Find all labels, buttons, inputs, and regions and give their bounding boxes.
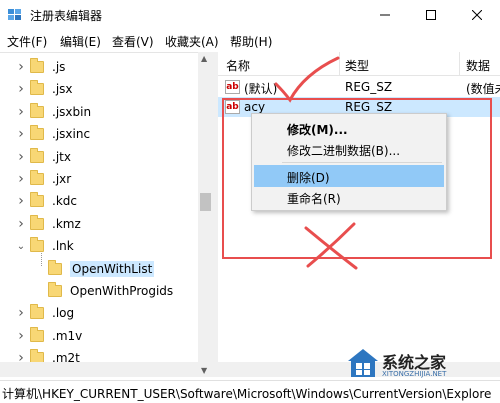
tree-item[interactable]: › .js <box>16 56 65 78</box>
tree-item-label: .jtx <box>52 149 71 164</box>
folder-icon <box>30 80 44 96</box>
tree-item[interactable]: OpenWithList <box>34 258 155 280</box>
chevron-right-icon[interactable]: › <box>16 305 26 321</box>
scroll-down-icon[interactable]: ▼ <box>201 366 207 375</box>
menu-file[interactable]: 文件(F) <box>7 33 47 50</box>
tree-item[interactable]: › .jsxinc <box>16 123 90 145</box>
tree-item-label: .m1v <box>52 328 83 343</box>
tree-item[interactable]: OpenWithProgids <box>34 280 173 302</box>
folder-icon <box>30 58 44 73</box>
folder-icon <box>30 237 44 253</box>
menu-item-modify[interactable]: 修改(M)... <box>254 117 444 139</box>
registry-path: 计算机\HKEY_CURRENT_USER\Software\Microsoft… <box>2 387 492 401</box>
scroll-up-icon[interactable]: ▲ <box>201 54 207 63</box>
menu-item-modify-binary[interactable]: 修改二进制数据(B)... <box>254 138 444 160</box>
tree-item[interactable]: › .kmz <box>16 213 81 235</box>
tree-item[interactable]: › .m1v <box>16 325 82 347</box>
tree-item-label: .js <box>52 60 66 74</box>
minimize-icon <box>380 14 390 16</box>
list-header: 名称 类型 数据 <box>218 52 500 76</box>
chevron-right-icon[interactable]: › <box>16 81 26 97</box>
column-data[interactable]: 数据 <box>466 57 490 74</box>
folder-icon <box>30 192 44 208</box>
chevron-right-icon[interactable]: › <box>16 193 26 209</box>
menu-favorites[interactable]: 收藏夹(A) <box>165 33 219 50</box>
folder-icon <box>30 326 44 342</box>
tree-item-label: .lnk <box>52 239 74 254</box>
tree-item-label: OpenWithList <box>70 260 155 277</box>
tree-item-label: OpenWithProgids <box>70 284 174 298</box>
tree-item-label: .jsxbin <box>52 104 92 119</box>
status-bar: 计算机\HKEY_CURRENT_USER\Software\Microsoft… <box>0 380 500 403</box>
tree-horizontal-scrollbar[interactable] <box>0 362 198 377</box>
tree-item[interactable]: › .log <box>16 302 74 324</box>
window-title: 注册表编辑器 <box>30 9 103 23</box>
folder-icon <box>30 125 44 141</box>
maximize-icon <box>426 10 436 20</box>
registry-tree: › .js › .jsx › .jsxbin › .jsxinc › .jtx › .jxr › .kdc… <box>0 52 213 377</box>
folder-icon <box>48 282 62 297</box>
tree-item[interactable]: › .jsx <box>16 78 73 100</box>
folder-icon <box>30 170 44 185</box>
tree-item[interactable]: › .kdc <box>16 190 77 212</box>
menu-bar: 文件(F) 编辑(E) 查看(V) 收藏夹(A) 帮助(H) <box>0 30 500 50</box>
string-value-icon: ab <box>225 80 240 94</box>
tree-item-label: .jxr <box>52 172 72 186</box>
list-row-default[interactable]: ab (默认) REG_SZ (数值未 <box>218 77 500 97</box>
value-data: (数值未 <box>466 82 500 96</box>
check-mark-icon <box>274 56 340 103</box>
chevron-right-icon[interactable]: › <box>16 104 26 120</box>
scroll-thumb[interactable] <box>200 193 211 211</box>
menu-item-delete[interactable]: 删除(D) <box>254 165 444 187</box>
title-bar: 注册表编辑器 <box>0 0 500 30</box>
watermark: 系统之家 XITONGZHIJIA.NET <box>342 343 498 383</box>
minimize-button[interactable] <box>362 0 408 30</box>
tree-item-label: .log <box>52 306 75 321</box>
menu-help[interactable]: 帮助(H) <box>230 33 272 50</box>
column-name[interactable]: 名称 <box>226 57 250 74</box>
chevron-right-icon[interactable]: › <box>16 328 26 344</box>
tree-item-label: .kdc <box>52 194 77 209</box>
folder-icon <box>30 214 44 230</box>
tree-item[interactable]: ⌄ .lnk <box>16 235 74 257</box>
chevron-right-icon[interactable]: › <box>16 126 26 142</box>
chevron-right-icon[interactable]: › <box>16 216 26 232</box>
tree-item-label: .jsxinc <box>52 127 91 142</box>
tree-item-label: .jsx <box>52 82 73 97</box>
column-type[interactable]: 类型 <box>345 57 369 74</box>
regedit-app-icon <box>8 9 21 20</box>
folder-icon <box>30 147 44 163</box>
menu-separator <box>282 162 442 163</box>
context-menu: 修改(M)... 修改二进制数据(B)... 删除(D) 重命名(R) <box>251 113 447 211</box>
close-icon <box>472 10 482 20</box>
maximize-button[interactable] <box>408 0 454 30</box>
cross-mark-icon <box>304 222 358 270</box>
folder-icon <box>30 102 44 118</box>
chevron-right-icon[interactable]: › <box>16 149 26 165</box>
chevron-right-icon[interactable]: › <box>16 59 26 75</box>
chevron-right-icon[interactable]: › <box>16 171 26 187</box>
chevron-down-icon[interactable]: ⌄ <box>16 241 26 252</box>
tree-item[interactable]: › .jsxbin <box>16 101 91 123</box>
watermark-logo-icon <box>348 349 378 377</box>
menu-edit[interactable]: 编辑(E) <box>60 33 101 50</box>
tree-vertical-scrollbar[interactable]: ▲ ▼ <box>198 52 213 377</box>
watermark-url: XITONGZHIJIA.NET <box>382 370 447 378</box>
tree-item[interactable]: › .jxr <box>16 168 71 190</box>
tree-item-label: .kmz <box>52 216 81 231</box>
column-separator[interactable] <box>459 52 460 76</box>
folder-icon <box>30 304 44 320</box>
menu-item-rename[interactable]: 重命名(R) <box>254 186 444 208</box>
menu-view[interactable]: 查看(V) <box>112 33 154 50</box>
close-button[interactable] <box>454 0 500 30</box>
value-type: REG_SZ <box>345 80 393 94</box>
folder-icon <box>48 259 62 275</box>
tree-item[interactable]: › .jtx <box>16 146 71 168</box>
